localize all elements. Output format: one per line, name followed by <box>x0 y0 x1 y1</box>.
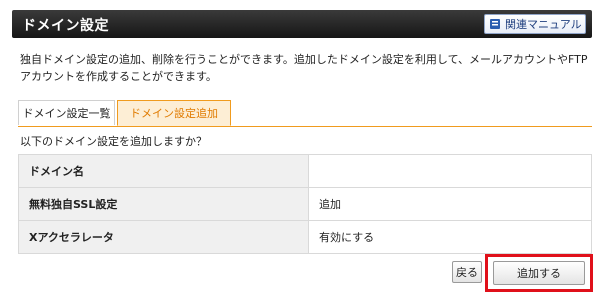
page-header: ドメイン設定 関連マニュアル <box>12 10 592 38</box>
related-manual-button[interactable]: 関連マニュアル <box>484 14 586 34</box>
tab-domain-list[interactable]: ドメイン設定一覧 <box>18 100 115 125</box>
page-title: ドメイン設定 <box>22 18 109 34</box>
related-manual-label: 関連マニュアル <box>505 18 582 31</box>
table-row: ドメイン名 <box>18 154 592 188</box>
confirm-question: 以下のドメイン設定を追加しますか？ <box>20 135 207 148</box>
confirm-table: ドメイン名 無料独自SSL設定 追加 Xアクセラレータ 有効にする <box>18 154 592 254</box>
free-ssl-label: 無料独自SSL設定 <box>18 187 309 221</box>
book-icon <box>489 18 501 30</box>
tab-bar: ドメイン設定一覧 ドメイン設定追加 <box>18 100 592 127</box>
table-row: Xアクセラレータ 有効にする <box>18 220 592 254</box>
domain-name-value <box>308 154 592 188</box>
tab-domain-add[interactable]: ドメイン設定追加 <box>117 100 231 126</box>
x-accelerator-label: Xアクセラレータ <box>18 220 309 254</box>
table-row: 無料独自SSL設定 追加 <box>18 187 592 221</box>
domain-name-label: ドメイン名 <box>18 154 309 188</box>
add-submit-button[interactable]: 追加する <box>493 261 585 285</box>
x-accelerator-value: 有効にする <box>308 220 592 254</box>
free-ssl-value: 追加 <box>308 187 592 221</box>
back-button[interactable]: 戻る <box>452 261 482 283</box>
page-description: 独自ドメイン設定の追加、削除を行うことができます。追加したドメイン設定を利用して… <box>20 53 588 83</box>
